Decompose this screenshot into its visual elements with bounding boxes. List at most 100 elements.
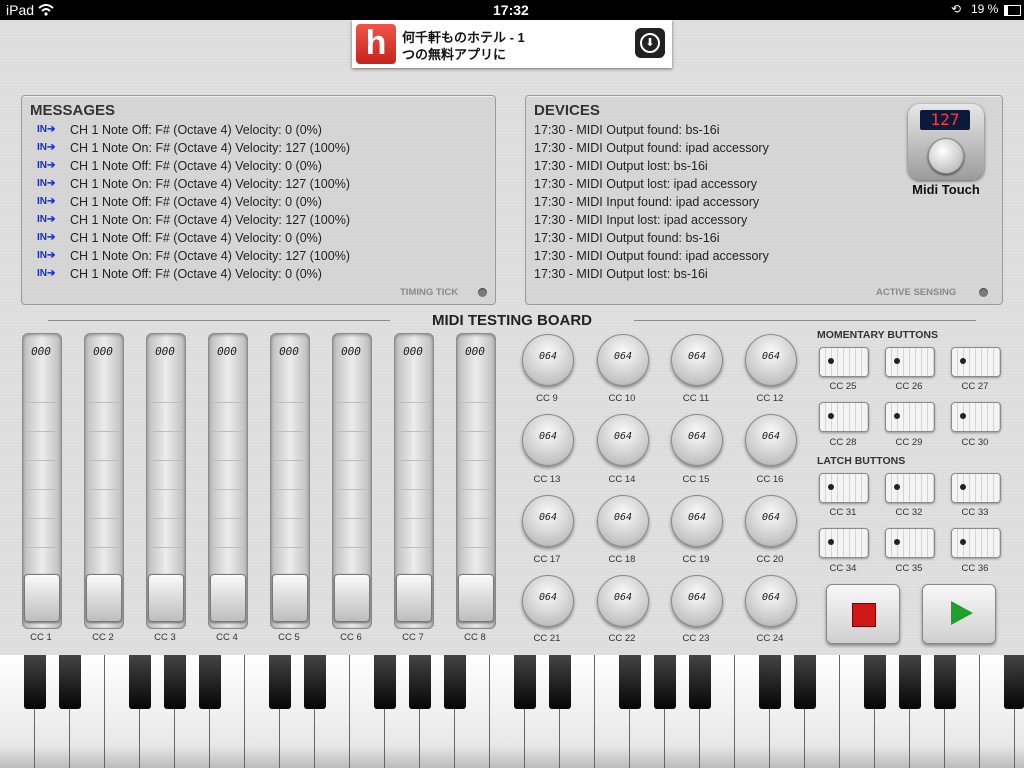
latch-button-cc36[interactable] [951,528,1001,558]
ad-banner[interactable]: h 何千軒ものホテル - 1 つの無料アプリに ⬇ [352,20,672,68]
message-line: CH 1 Note Off: F# (Octave 4) Velocity: 0… [70,195,322,209]
knob-cc13[interactable]: 064 [522,414,574,466]
black-key[interactable] [269,655,291,709]
knob-cc21[interactable]: 064 [522,575,574,627]
momentary-button-cc30[interactable] [951,402,1001,432]
device-line: 17:30 - MIDI Input lost: ipad accessory [534,213,748,227]
knob-cc12[interactable]: 064 [745,334,797,386]
latch-button-cc33[interactable] [951,473,1001,503]
slider-value: 000 [155,345,175,358]
latch-button-cc35[interactable] [885,528,935,558]
knob-cc16[interactable]: 064 [745,414,797,466]
black-key[interactable] [444,655,466,709]
black-key[interactable] [514,655,536,709]
knob-cc17[interactable]: 064 [522,495,574,547]
slider-cc1[interactable]: 000 [22,333,62,629]
ad-logo: h [356,24,396,64]
battery-percent: 19 % [971,2,999,16]
in-arrow-icon: IN➔ [37,124,56,135]
black-key[interactable] [549,655,571,709]
black-key[interactable] [164,655,186,709]
slider-thumb[interactable] [148,574,184,622]
black-key[interactable] [934,655,956,709]
momentary-button-cc26[interactable] [885,347,935,377]
led-icon [828,484,834,490]
knob-value: 064 [538,431,558,442]
knob-cc15[interactable]: 064 [671,414,723,466]
knob-label: CC 23 [682,633,710,644]
divider-left [48,320,390,321]
slider-scale [211,374,245,606]
momentary-button-cc28[interactable] [819,402,869,432]
slider-cc2[interactable]: 000 [84,333,124,629]
midi-touch-app-icon[interactable]: 127 [908,104,984,180]
latch-button-cc31[interactable] [819,473,869,503]
momentary-button-cc29[interactable] [885,402,935,432]
slider-thumb[interactable] [334,574,370,622]
knob-label: CC 12 [756,393,784,404]
slider-label: CC 2 [92,632,114,643]
knob-cc10[interactable]: 064 [597,334,649,386]
led-icon [828,539,834,545]
knob-value: 064 [613,512,633,523]
play-button[interactable] [922,584,996,644]
knob-cc22[interactable]: 064 [597,575,649,627]
led-icon [828,358,834,364]
slider-label: CC 1 [30,632,52,643]
slider-cc4[interactable]: 000 [208,333,248,629]
knob-cc14[interactable]: 064 [597,414,649,466]
knob-cc23[interactable]: 064 [671,575,723,627]
slider-thumb[interactable] [396,574,432,622]
latch-button-cc34[interactable] [819,528,869,558]
message-line: CH 1 Note On: F# (Octave 4) Velocity: 12… [70,249,350,263]
knob-cc20[interactable]: 064 [745,495,797,547]
knob-label: CC 22 [608,633,636,644]
slider-cc8[interactable]: 000 [456,333,496,629]
black-key[interactable] [619,655,641,709]
stop-button[interactable] [826,584,900,644]
message-line: CH 1 Note On: F# (Octave 4) Velocity: 12… [70,141,350,155]
black-key[interactable] [1004,655,1024,709]
clock: 17:32 [493,2,529,18]
app-name: Midi Touch [912,182,980,197]
slider-thumb[interactable] [210,574,246,622]
piano-keyboard[interactable] [0,655,1024,768]
button-label: CC 25 [829,381,857,392]
slider-cc6[interactable]: 000 [332,333,372,629]
ad-download-button[interactable]: ⬇ [635,28,665,58]
knob-cc18[interactable]: 064 [597,495,649,547]
in-arrow-icon: IN➔ [37,214,56,225]
slider-thumb[interactable] [458,574,494,622]
slider-value: 000 [465,345,485,358]
knob-cc19[interactable]: 064 [671,495,723,547]
black-key[interactable] [24,655,46,709]
black-key[interactable] [794,655,816,709]
slider-thumb[interactable] [24,574,60,622]
knob-cc9[interactable]: 064 [522,334,574,386]
momentary-button-cc27[interactable] [951,347,1001,377]
momentary-title: MOMENTARY BUTTONS [817,329,938,341]
slider-cc7[interactable]: 000 [394,333,434,629]
knob-cc11[interactable]: 064 [671,334,723,386]
black-key[interactable] [304,655,326,709]
stop-icon [852,603,876,627]
black-key[interactable] [759,655,781,709]
status-bar: iPad 17:32 ⟲ 19 % [0,0,1024,20]
black-key[interactable] [654,655,676,709]
black-key[interactable] [59,655,81,709]
black-key[interactable] [129,655,151,709]
black-key[interactable] [199,655,221,709]
latch-button-cc32[interactable] [885,473,935,503]
knob-cc24[interactable]: 064 [745,575,797,627]
slider-cc3[interactable]: 000 [146,333,186,629]
slider-scale [25,374,59,606]
slider-thumb[interactable] [272,574,308,622]
black-key[interactable] [899,655,921,709]
slider-thumb[interactable] [86,574,122,622]
black-key[interactable] [864,655,886,709]
slider-cc5[interactable]: 000 [270,333,310,629]
black-key[interactable] [689,655,711,709]
black-key[interactable] [374,655,396,709]
momentary-button-cc25[interactable] [819,347,869,377]
black-key[interactable] [409,655,431,709]
